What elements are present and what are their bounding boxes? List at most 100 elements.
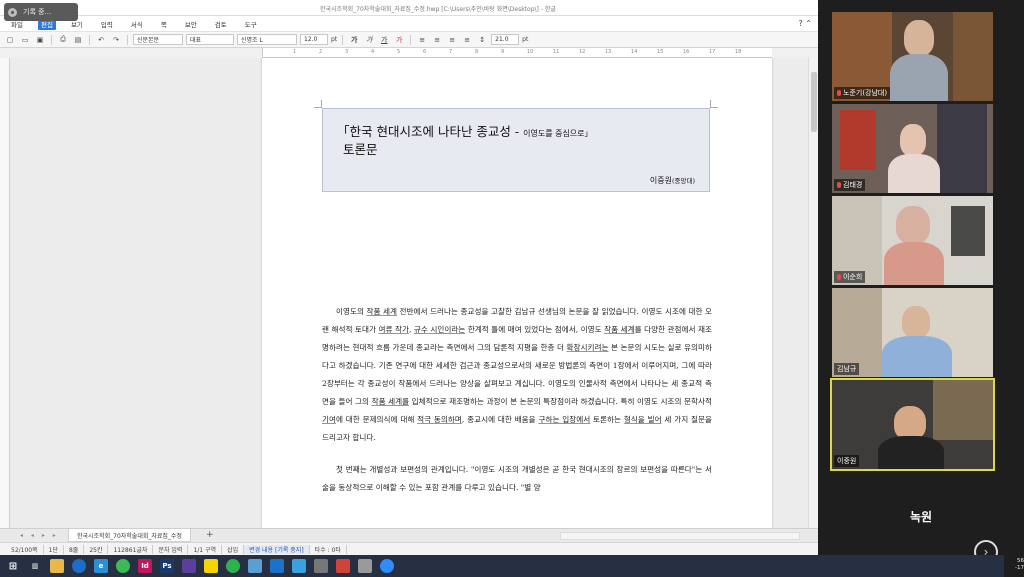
scroll-thumb[interactable] — [811, 72, 817, 132]
pdf-icon[interactable] — [336, 559, 350, 573]
document-tab-strip: ◂ ◂ ▸ ▸ 한국시조학회_70자학술대회_자료집_수정 + — [0, 528, 818, 542]
tab-nav-arrows[interactable]: ◂ ◂ ▸ ▸ — [20, 532, 59, 539]
app-icon[interactable] — [182, 559, 196, 573]
status-item[interactable]: 52/100쪽 — [6, 544, 44, 554]
add-tab-button[interactable]: + — [206, 530, 214, 540]
tab-document[interactable]: 한국시조학회_70자학술대회_자료집_수정 — [68, 529, 191, 542]
recording-badge[interactable]: 기록 중... — [4, 3, 78, 21]
zoom-panel: 노준기(강남대) 김태경 이순희 김남규 이중원 녹원 › — [818, 0, 1024, 577]
calculator-icon[interactable] — [314, 559, 328, 573]
line-spacing-input[interactable]: 21.0 — [491, 34, 520, 45]
italic-button[interactable]: 가 — [363, 34, 375, 45]
ruler-tick: 13 — [605, 49, 612, 55]
tracked-change-text: 여류 작가 — [378, 325, 409, 334]
open-folder-icon[interactable]: ▭ — [19, 34, 31, 45]
vertical-scrollbar[interactable] — [808, 58, 818, 528]
menu-review[interactable]: 검토 — [212, 18, 230, 30]
edge-icon[interactable]: e — [94, 559, 108, 573]
status-item[interactable]: 타수 : 0타 — [310, 544, 347, 554]
align-left-icon[interactable]: ≡ — [416, 34, 428, 45]
ruler-tick: 6 — [423, 49, 427, 55]
photoshop-icon[interactable]: Ps — [160, 559, 174, 573]
author-name: 이중원 — [649, 176, 672, 185]
tracked-change-text: 작품 세계 — [604, 325, 635, 334]
toolbar-divider — [51, 34, 52, 45]
browser-icon[interactable] — [72, 559, 86, 573]
app-icon[interactable] — [358, 559, 372, 573]
windows-taskbar: ⊞ ▥ e Id Ps — [0, 555, 1004, 577]
justify-icon[interactable]: ≡ — [461, 34, 473, 45]
window-title: 한국시조학회_70차학술대회_자료집_수정.hwp [C:\Users\추인\바… — [320, 6, 556, 13]
toolbar-divider — [127, 34, 128, 45]
menu-page[interactable]: 쪽 — [158, 18, 170, 30]
participant-body — [882, 336, 952, 377]
preview-icon[interactable]: ▤ — [72, 34, 84, 45]
line-icon[interactable] — [226, 559, 240, 573]
participant-tile[interactable]: 노준기(강남대) — [832, 12, 993, 101]
menu-insert[interactable]: 입력 — [98, 18, 116, 30]
save-icon[interactable]: ▣ — [34, 34, 46, 45]
status-item[interactable]: 1단 — [44, 544, 64, 554]
font-color-button[interactable]: 가 — [393, 34, 405, 45]
status-item[interactable]: 변경 내용 [기록 중지] — [244, 544, 310, 554]
language-select[interactable]: 대표 — [186, 34, 234, 45]
status-item[interactable]: 문자 입력 — [153, 544, 189, 554]
ruler-tick: 7 — [449, 49, 453, 55]
status-item[interactable]: 1/1 구역 — [188, 544, 223, 554]
background-shelf — [933, 380, 993, 440]
paragraph-text: 이영도의 — [336, 307, 367, 316]
document-viewport[interactable]: 「한국 현대시조에 나타난 종교성 - 이영도를 중심으로」 토론문 이중원(중… — [10, 58, 808, 528]
underline-button[interactable]: 가 — [378, 34, 390, 45]
crop-mark — [314, 100, 322, 108]
horizontal-scrollbar[interactable] — [560, 532, 800, 540]
participant-tile-active-speaker[interactable]: 이중원 — [830, 378, 995, 471]
hwp-icon[interactable] — [292, 559, 306, 573]
participant-tile[interactable]: 김태경 — [832, 104, 993, 193]
new-doc-icon[interactable]: ▢ — [4, 34, 16, 45]
ruler-tick: 17 — [709, 49, 716, 55]
line-spacing-icon[interactable]: ↕ — [476, 34, 488, 45]
redo-icon[interactable]: ↷ — [110, 34, 122, 45]
tracked-change-text: 확장시키려는 — [566, 343, 609, 352]
chrome-icon[interactable] — [116, 559, 130, 573]
status-item[interactable]: 삽입 — [222, 544, 245, 554]
ruler-tick: 12 — [579, 49, 586, 55]
document-page[interactable]: 「한국 현대시조에 나타난 종교성 - 이영도를 중심으로」 토론문 이중원(중… — [262, 58, 772, 528]
participant-face — [894, 406, 926, 440]
system-clock[interactable]: 56 -17 — [1006, 558, 1024, 572]
status-item[interactable]: 112861글자 — [108, 544, 154, 554]
paragraph-text: , 종교시에 대한 배움을 — [461, 415, 539, 424]
align-right-icon[interactable]: ≡ — [446, 34, 458, 45]
word-icon[interactable] — [270, 559, 284, 573]
menu-security[interactable]: 보안 — [182, 18, 200, 30]
task-view-icon[interactable]: ▥ — [28, 559, 42, 573]
status-item[interactable]: 8줄 — [64, 544, 85, 554]
windows-start-icon[interactable]: ⊞ — [6, 559, 20, 573]
kakaotalk-icon[interactable] — [204, 559, 218, 573]
horizontal-ruler[interactable]: 1 2 3 4 5 6 7 8 9 10 11 12 13 14 15 16 17 18 — [262, 48, 772, 58]
status-item[interactable]: 25칸 — [84, 544, 109, 554]
undo-icon[interactable]: ↶ — [95, 34, 107, 45]
participant-tile[interactable]: 김남규 — [832, 288, 993, 377]
vertical-ruler[interactable] — [0, 58, 10, 528]
document-body[interactable]: 이영도의 작품 세계 전반에서 드러나는 종교성을 고찰한 김남규 선생님의 논… — [322, 303, 712, 511]
zoom-icon[interactable] — [380, 559, 394, 573]
indesign-icon[interactable]: Id — [138, 559, 152, 573]
tracked-change-text: 구하는 입장에서 — [538, 415, 591, 424]
notes-icon[interactable] — [248, 559, 262, 573]
style-select[interactable]: 신문본문 — [133, 34, 183, 45]
participant-tile[interactable]: 이순희 — [832, 196, 993, 285]
align-center-icon[interactable]: ≡ — [431, 34, 443, 45]
ruler-tick: 2 — [319, 49, 323, 55]
menu-tools[interactable]: 도구 — [242, 18, 260, 30]
ruler-tick: 5 — [397, 49, 401, 55]
font-select[interactable]: 신명조 L — [237, 34, 297, 45]
bold-button[interactable]: 가 — [348, 34, 360, 45]
print-icon[interactable]: ⎙ — [57, 34, 69, 45]
file-explorer-icon[interactable] — [50, 559, 64, 573]
tracked-change-text: 작품 세계를 — [371, 397, 410, 406]
menu-format[interactable]: 서식 — [128, 18, 146, 30]
help-controls[interactable]: ? ⌃ — [799, 19, 813, 28]
paragraph-text: 한계적 틀에 매여 있었다는 점에서, 이영도 — [465, 325, 605, 334]
font-size-input[interactable]: 12.0 — [300, 34, 328, 45]
